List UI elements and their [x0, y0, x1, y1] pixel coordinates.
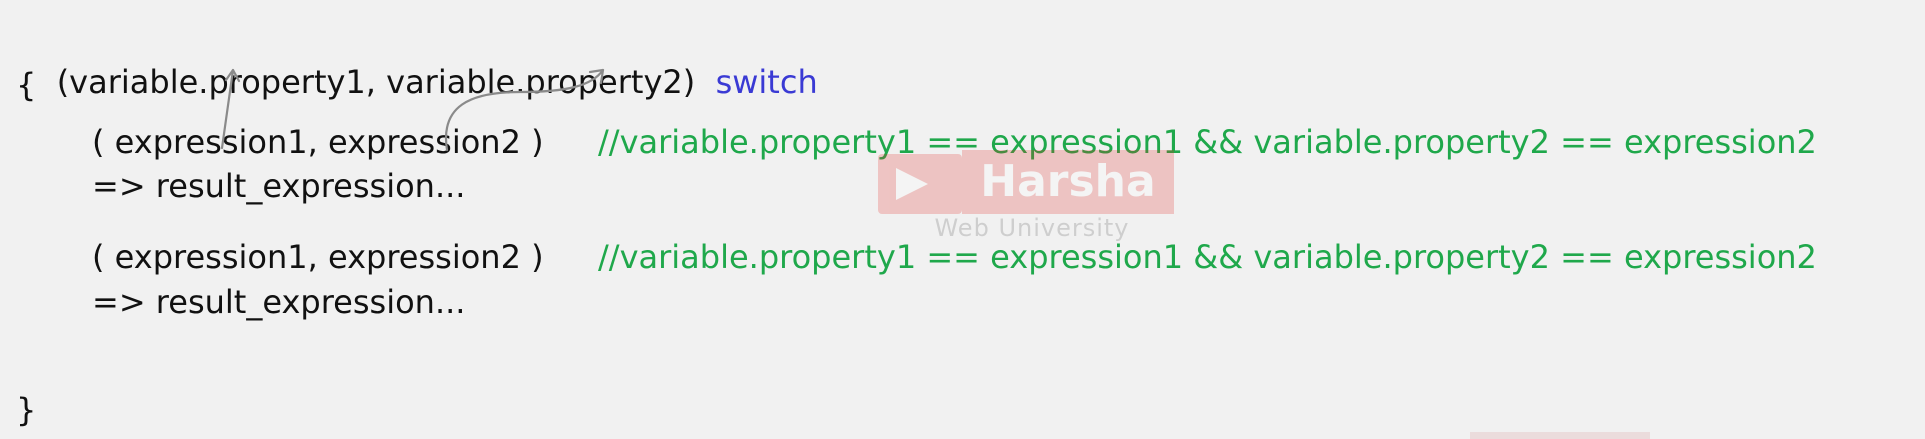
corner-watermark-fragment [1470, 432, 1650, 439]
code-slide: (variable.property1, variable.property2)… [0, 0, 1925, 439]
arrow-to-property2 [444, 68, 605, 152]
arrow-to-property1 [220, 68, 235, 150]
watermark-logo: Harsha Web University [870, 146, 1182, 242]
watermark-brand: Harsha [962, 150, 1174, 214]
watermark-sub: Web University [934, 214, 1130, 242]
play-logo-icon [878, 154, 962, 214]
